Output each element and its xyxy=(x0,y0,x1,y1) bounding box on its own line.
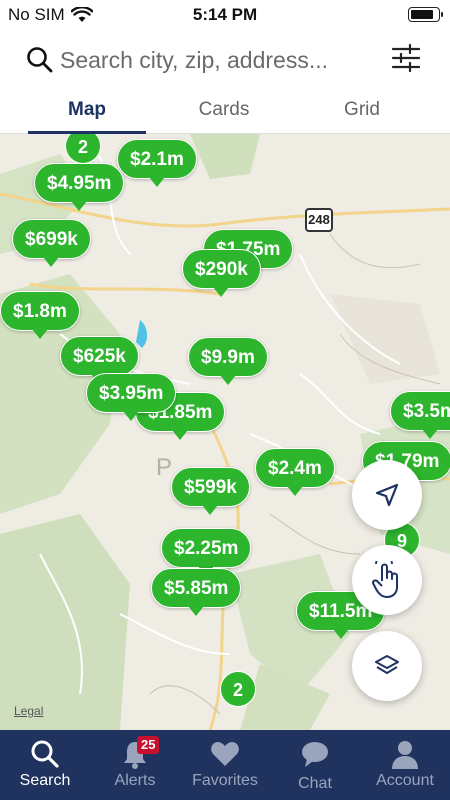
nav-account[interactable]: Account xyxy=(360,730,450,800)
tab-cards[interactable]: Cards xyxy=(149,90,299,134)
current-location-button[interactable] xyxy=(352,460,422,530)
map-layers-button[interactable] xyxy=(352,631,422,701)
legal-link[interactable]: Legal xyxy=(14,704,43,718)
nav-chat[interactable]: Chat xyxy=(270,730,360,800)
price-marker[interactable]: $2.1m xyxy=(117,139,197,187)
battery-icon xyxy=(408,7,443,22)
hand-pointer-icon xyxy=(372,561,398,598)
alerts-count-badge: 25 xyxy=(137,736,160,754)
nav-search[interactable]: Search xyxy=(0,730,90,800)
price-marker[interactable]: $599k xyxy=(171,467,250,515)
price-marker[interactable]: $3.95m xyxy=(86,373,177,421)
tab-map[interactable]: Map xyxy=(12,90,162,134)
price-marker[interactable]: $4.95m xyxy=(34,163,125,211)
bottom-nav: Search 25 Alerts Favorites Chat Account xyxy=(0,730,450,800)
draw-area-button[interactable] xyxy=(352,545,422,615)
search-icon xyxy=(31,740,59,768)
layers-icon xyxy=(375,655,399,674)
search-icon xyxy=(27,47,53,73)
price-marker[interactable]: $699k xyxy=(12,219,91,267)
search-input[interactable] xyxy=(60,42,380,78)
price-marker[interactable]: $625k xyxy=(60,336,139,384)
status-bar: No SIM 5:14 PM xyxy=(0,0,450,30)
price-marker[interactable]: $2.4m xyxy=(255,448,335,496)
nav-label: Account xyxy=(376,772,434,789)
nav-label: Chat xyxy=(298,775,332,792)
price-marker[interactable]: $290k xyxy=(182,249,261,297)
price-marker[interactable]: $5.85m xyxy=(151,568,242,616)
town-label: P xyxy=(156,454,173,481)
chat-bubble-icon xyxy=(302,742,328,767)
search-bar xyxy=(0,38,450,84)
price-marker[interactable]: $3.5m xyxy=(390,391,450,439)
view-tabs: Map Cards Grid xyxy=(0,90,450,134)
nav-label: Alerts xyxy=(114,772,156,789)
location-arrow-icon xyxy=(375,483,399,507)
price-marker[interactable]: $9.9m xyxy=(188,337,268,385)
nav-alerts[interactable]: 25 Alerts xyxy=(90,730,180,800)
person-icon xyxy=(392,741,418,769)
nav-label: Search xyxy=(19,772,71,789)
tab-grid[interactable]: Grid xyxy=(287,90,437,134)
heart-icon xyxy=(211,742,239,766)
price-marker[interactable]: $2.25m xyxy=(161,528,252,576)
price-marker[interactable]: $1.8m xyxy=(0,291,80,339)
cluster-marker[interactable]: 2 xyxy=(220,671,256,707)
status-time: 5:14 PM xyxy=(192,5,258,24)
highway-248-shield: 248 xyxy=(305,208,333,232)
nav-favorites[interactable]: Favorites xyxy=(180,730,270,800)
filter-sliders-icon[interactable] xyxy=(390,42,422,74)
nav-label: Favorites xyxy=(192,772,258,789)
map-view[interactable]: 248 P $2.1m $4.95m $699k $1.75m $290k $1… xyxy=(0,134,450,730)
